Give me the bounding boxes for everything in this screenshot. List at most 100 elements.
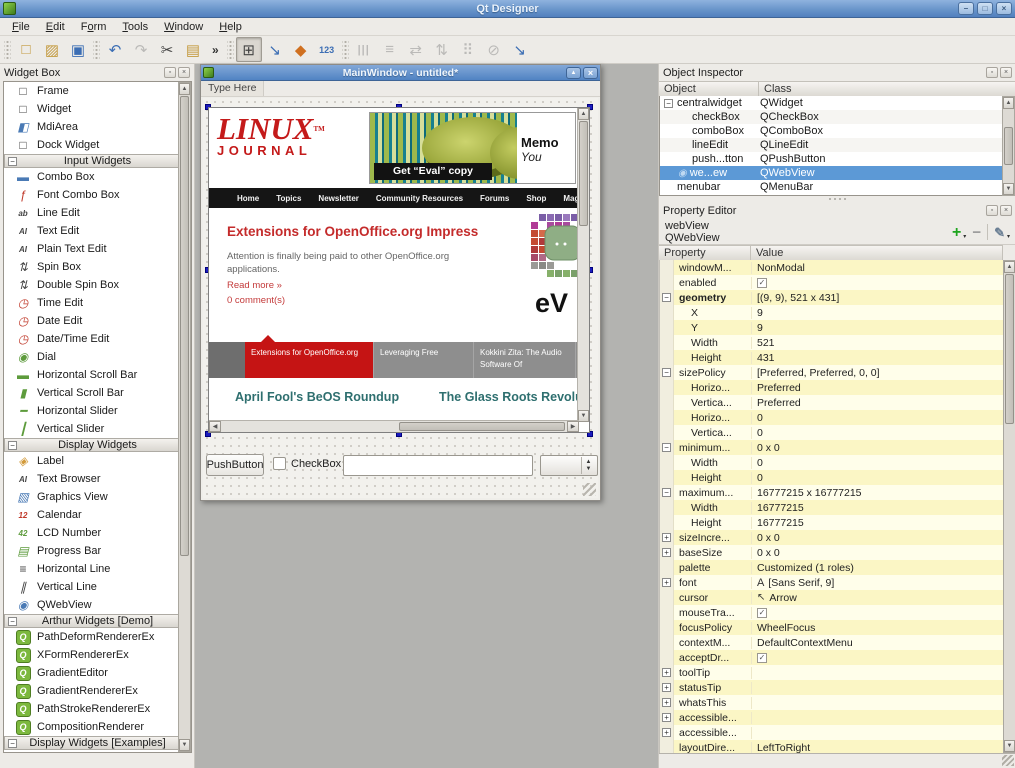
property-row[interactable]: whatsThis	[660, 695, 1003, 710]
edit-signals-slots-button[interactable]	[262, 37, 288, 62]
teaser-tab[interactable]: Extensions for OpenOffice.org	[245, 342, 373, 378]
widget-box-item[interactable]: Double Spin Box	[4, 276, 191, 294]
spin-down-icon[interactable]	[586, 466, 592, 473]
menu-type-here[interactable]: Type Here	[201, 81, 264, 96]
webview-horizontal-scrollbar[interactable]	[209, 420, 579, 432]
menu-edit[interactable]: Edit	[38, 19, 73, 35]
banner-ad[interactable]: Memo You Get “Eval” copy	[369, 112, 576, 184]
spin-box-widget[interactable]	[540, 455, 598, 476]
property-row[interactable]: Horizo... 0	[660, 410, 1003, 425]
widget-box-item[interactable]: LCD Number	[4, 524, 191, 542]
teaser-tab[interactable]: Kokkini Zita: The Audio Software Of	[473, 342, 575, 378]
widget-box-item[interactable]: Plain Text Edit	[4, 240, 191, 258]
expander-icon[interactable]	[662, 533, 671, 542]
dropdown-arrow-icon[interactable]	[1007, 233, 1010, 240]
widget-box-item[interactable]: Progress Bar	[4, 542, 191, 560]
scrollbar-thumb[interactable]	[579, 121, 588, 226]
scroll-right-icon[interactable]	[567, 421, 579, 432]
edit-widgets-button[interactable]	[236, 37, 262, 62]
undo-button[interactable]	[102, 37, 128, 62]
form-resize-grip[interactable]	[583, 483, 596, 496]
widget-box-item[interactable]: PathDeformRendererEx	[4, 628, 191, 646]
save-form-button[interactable]	[65, 37, 91, 62]
property-row[interactable]: X 9	[660, 305, 1003, 320]
layout-vertical-splitter-button[interactable]	[429, 37, 455, 62]
property-row[interactable]: Height 0	[660, 470, 1003, 485]
scrollbar-thumb[interactable]	[1005, 274, 1014, 424]
redo-button[interactable]	[128, 37, 154, 62]
widget-box-item[interactable]: Display Widgets	[4, 438, 191, 452]
menu-file[interactable]: File	[4, 19, 38, 35]
property-row[interactable]: mouseTra...	[660, 605, 1003, 620]
collapse-icon[interactable]	[8, 157, 17, 166]
property-row[interactable]: Height 431	[660, 350, 1003, 365]
linux-journal-logo[interactable]: LINUXTM JOURNAL	[217, 114, 325, 158]
column-class[interactable]: Class	[759, 82, 1015, 96]
object-row[interactable]: ◉push...tton QPushButton	[660, 152, 1002, 166]
scroll-up-icon[interactable]	[179, 83, 190, 95]
property-editor-scrollbar[interactable]	[1003, 260, 1015, 753]
object-row[interactable]: ◉lineEdit QLineEdit	[660, 138, 1002, 152]
widget-box-item[interactable]: Label	[4, 452, 191, 470]
property-row[interactable]: font [Sans Serif, 9]	[660, 575, 1003, 590]
widget-box-item[interactable]: GradientEditor	[4, 664, 191, 682]
close-button[interactable]: ×	[1000, 205, 1012, 216]
widget-box-item[interactable]: Horizontal Scroll Bar	[4, 366, 191, 384]
cut-button[interactable]	[154, 37, 180, 62]
widget-box-item[interactable]: MdiArea	[4, 118, 191, 136]
comments-link[interactable]: 0 comment(s)	[227, 295, 285, 306]
collapse-icon[interactable]	[8, 441, 17, 450]
widget-box-item[interactable]: Date/Time Edit	[4, 330, 191, 348]
menu-form[interactable]: Form	[73, 19, 115, 35]
property-row[interactable]: toolTip	[660, 665, 1003, 680]
property-row[interactable]: maximum... 16777215 x 16777215	[660, 485, 1003, 500]
expander-icon[interactable]	[664, 99, 673, 108]
form-window[interactable]: MainWindow - untitled* ▲ × Type Here	[200, 64, 601, 501]
layout-grid-button[interactable]	[455, 37, 481, 62]
scroll-down-icon[interactable]	[179, 739, 190, 751]
line-edit-widget[interactable]	[343, 455, 533, 476]
widget-box-item[interactable]: Dock Widget	[4, 136, 191, 154]
expander-icon[interactable]	[662, 698, 671, 707]
expander-icon[interactable]	[662, 293, 671, 302]
property-row[interactable]: enabled	[660, 275, 1003, 290]
collapse-icon[interactable]	[8, 617, 17, 626]
layout-vertical-button[interactable]	[377, 37, 403, 62]
webview-vertical-scrollbar[interactable]	[577, 108, 589, 422]
expander-icon[interactable]	[662, 443, 671, 452]
expander-icon[interactable]	[662, 368, 671, 377]
toolbar-overflow-chevron[interactable]: »	[212, 43, 219, 57]
property-row[interactable]: palette Customized (1 roles)	[660, 560, 1003, 575]
checkbox-indicator[interactable]	[757, 608, 767, 618]
property-row[interactable]: windowM... NonModal	[660, 260, 1003, 275]
float-button[interactable]: ▫	[986, 67, 998, 78]
property-row[interactable]: Height 16777215	[660, 515, 1003, 530]
widget-box-item[interactable]: Display Widgets [Examples]	[4, 736, 191, 750]
window-resize-grip[interactable]	[1002, 755, 1014, 766]
menu-tools[interactable]: Tools	[114, 19, 156, 35]
spin-up-icon[interactable]	[586, 459, 592, 466]
widget-box-item[interactable]: Combo Box	[4, 168, 191, 186]
column-value[interactable]: Value	[751, 246, 1003, 260]
widget-box-item[interactable]: GradientRendererEx	[4, 682, 191, 700]
nav-link[interactable]: Home	[237, 194, 259, 203]
headline-link[interactable]: The Glass Roots Revoluti	[439, 390, 579, 404]
widget-box-item[interactable]: Font Combo Box	[4, 186, 191, 204]
qwebview-widget[interactable]: LINUXTM JOURNAL Memo You Get “Eval” copy	[208, 107, 590, 433]
property-row[interactable]: contextM... DefaultContextMenu	[660, 635, 1003, 650]
article-title[interactable]: Extensions for OpenOffice.org Impress	[227, 224, 478, 239]
widget-box-item[interactable]: Frame	[4, 82, 191, 100]
widget-box-item[interactable]: Dial	[4, 348, 191, 366]
checkbox-indicator[interactable]	[757, 278, 767, 288]
widget-box-item[interactable]: Vertical Slider	[4, 420, 191, 438]
menu-window[interactable]: Window	[156, 19, 211, 35]
property-row[interactable]: sizeIncre... 0 x 0	[660, 530, 1003, 545]
expander-icon[interactable]	[662, 578, 671, 587]
read-more-link[interactable]: Read more »	[227, 280, 282, 291]
property-row[interactable]: focusPolicy WheelFocus	[660, 620, 1003, 635]
scroll-down-icon[interactable]	[1003, 183, 1014, 195]
widget-box-item[interactable]: CompositionRenderer	[4, 718, 191, 736]
scrollbar-thumb[interactable]	[399, 422, 565, 431]
scroll-down-icon[interactable]	[578, 410, 589, 422]
property-row[interactable]: Width 0	[660, 455, 1003, 470]
